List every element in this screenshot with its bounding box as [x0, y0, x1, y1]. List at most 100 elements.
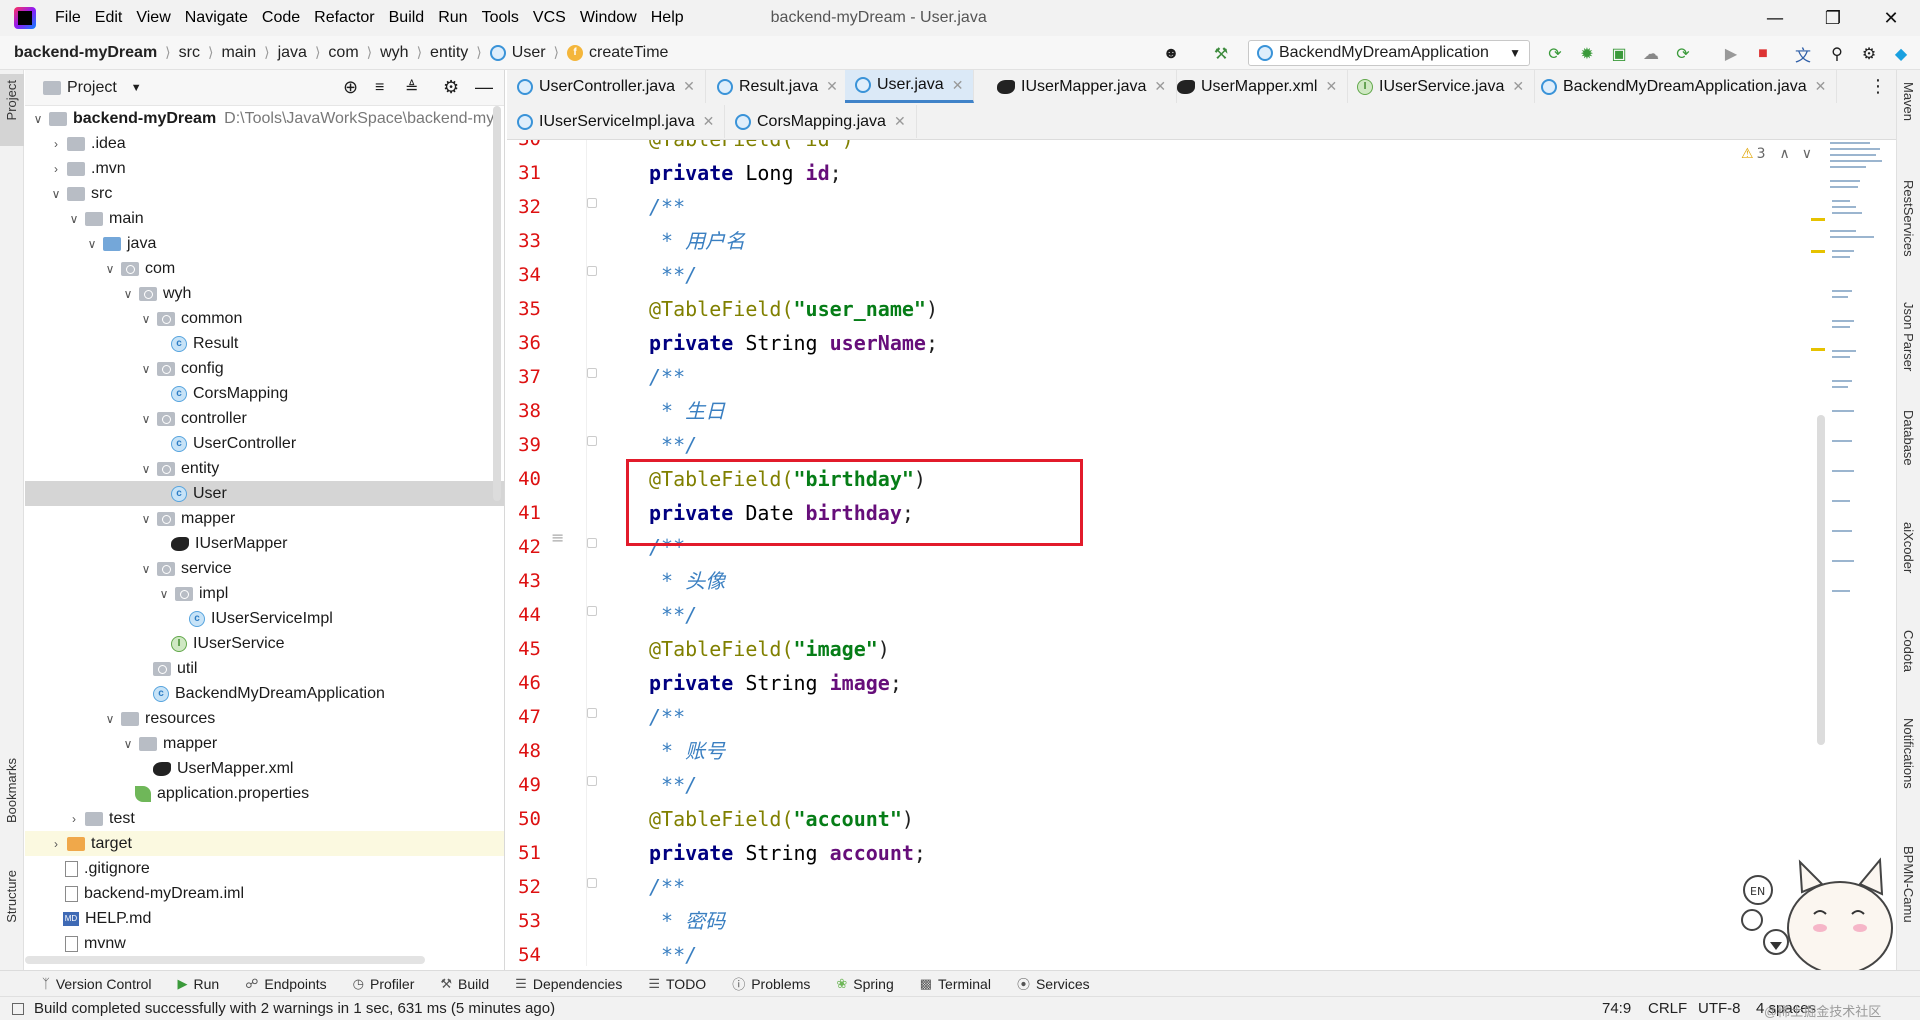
- tree-item-util[interactable]: util: [25, 656, 504, 681]
- menu-help[interactable]: Help: [644, 9, 691, 27]
- profiler-icon[interactable]: ☁: [1640, 43, 1662, 65]
- tool-version-control[interactable]: ᛉ Version Control: [42, 976, 152, 992]
- code-line[interactable]: @TableField("id"): [649, 140, 854, 156]
- code-line[interactable]: private String userName;: [649, 326, 938, 360]
- tab-backendmydreamapplication[interactable]: BackendMyDreamApplication.java ✕: [1531, 70, 1838, 103]
- close-icon[interactable]: ✕: [683, 78, 695, 95]
- tool-build[interactable]: ⚒ Build: [440, 976, 489, 992]
- tree-item-application-properties[interactable]: application.properties: [25, 781, 504, 806]
- close-icon[interactable]: ✕: [1815, 78, 1827, 95]
- tool-todo[interactable]: ☰ TODO: [648, 976, 706, 992]
- breadcrumb-entity[interactable]: entity: [430, 44, 468, 62]
- warning-stripe-mark[interactable]: [1811, 348, 1825, 351]
- tool-services[interactable]: ⦿ Services: [1017, 974, 1090, 993]
- close-icon[interactable]: ✕: [952, 77, 964, 94]
- chevron-down-icon[interactable]: ∨: [103, 262, 117, 276]
- tree-item-target[interactable]: › target: [25, 831, 504, 856]
- code-line[interactable]: /**: [649, 360, 685, 394]
- user-account-icon[interactable]: ☻: [1160, 43, 1182, 65]
- run-configuration-select[interactable]: BackendMyDreamApplication ▼: [1248, 40, 1530, 66]
- minimize-icon[interactable]: —: [1746, 0, 1804, 36]
- fold-marker-icon[interactable]: [587, 198, 597, 208]
- file-encoding[interactable]: UTF-8: [1698, 1000, 1741, 1017]
- tree-item-corsmapping[interactable]: c CorsMapping: [25, 381, 504, 406]
- chevron-down-icon[interactable]: ∨: [31, 112, 45, 126]
- line-separator[interactable]: CRLF: [1648, 1000, 1687, 1017]
- code-line[interactable]: **/: [649, 768, 697, 802]
- hide-panel-icon[interactable]: —: [475, 77, 493, 98]
- tool-endpoints[interactable]: ☍ Endpoints: [245, 976, 326, 992]
- search-icon[interactable]: ⚲: [1826, 43, 1848, 65]
- more-vertical-icon[interactable]: ⋮: [1869, 76, 1887, 97]
- tab-usermapper-xml[interactable]: UserMapper.xml ✕: [1163, 70, 1349, 103]
- stop-icon[interactable]: ■: [1752, 43, 1774, 65]
- code-line[interactable]: private String account;: [649, 836, 926, 870]
- tool-problems[interactable]: ⓘ Problems: [732, 974, 810, 993]
- code-line[interactable]: private Long id;: [649, 156, 842, 190]
- fold-marker-icon[interactable]: [587, 368, 597, 378]
- tree-item-test[interactable]: › test: [25, 806, 504, 831]
- tree-item-java[interactable]: ∨ java: [25, 231, 504, 256]
- fold-marker-icon[interactable]: [587, 266, 597, 276]
- breadcrumb-project[interactable]: backend-myDream: [14, 44, 157, 62]
- breadcrumb-wyh[interactable]: wyh: [380, 44, 408, 62]
- close-icon[interactable]: ✕: [894, 113, 906, 130]
- menu-refactor[interactable]: Refactor: [307, 9, 381, 27]
- restore-icon[interactable]: ❐: [1804, 0, 1862, 36]
- tree-item-iml[interactable]: backend-myDream.iml: [25, 881, 504, 906]
- tab-user[interactable]: User.java ✕: [845, 70, 975, 103]
- code-line[interactable]: * 账号: [649, 734, 725, 768]
- doc-render-icon[interactable]: ≡: [551, 528, 564, 547]
- code-line[interactable]: @TableField("user_name"): [649, 292, 938, 326]
- horizontal-scrollbar[interactable]: [25, 956, 425, 964]
- codota-tool-label[interactable]: Codota: [1901, 630, 1916, 672]
- maven-tool-label[interactable]: Maven: [1901, 82, 1916, 121]
- code-editor[interactable]: 30 31 32 33 34 35 36 37 38 39 40 41 42 4…: [507, 140, 1897, 966]
- fold-marker-icon[interactable]: [587, 606, 597, 616]
- tree-item-gitignore[interactable]: .gitignore: [25, 856, 504, 881]
- fold-marker-icon[interactable]: [587, 436, 597, 446]
- chevron-down-icon[interactable]: ∨: [103, 712, 117, 726]
- chevron-down-icon[interactable]: ∨: [139, 462, 153, 476]
- code-line[interactable]: @TableField("account"): [649, 802, 914, 836]
- toggle-tool-windows-icon[interactable]: [12, 1002, 24, 1015]
- code-line[interactable]: * 用户名: [649, 224, 745, 258]
- tool-profiler[interactable]: ◷ Profiler: [353, 976, 415, 992]
- menu-edit[interactable]: Edit: [88, 9, 130, 27]
- code-line[interactable]: /**: [649, 700, 685, 734]
- tree-item-com[interactable]: ∨ com: [25, 256, 504, 281]
- tree-item-help-md[interactable]: MD HELP.md: [25, 906, 504, 931]
- tree-item-src[interactable]: ∨ src: [25, 181, 504, 206]
- tab-corsmapping[interactable]: CorsMapping.java ✕: [725, 105, 917, 138]
- structure-tool-label[interactable]: Structure: [4, 870, 19, 923]
- menu-view[interactable]: View: [129, 9, 177, 27]
- warning-stripe-mark[interactable]: [1811, 250, 1825, 253]
- breadcrumb-java[interactable]: java: [278, 44, 307, 62]
- breadcrumb-com[interactable]: com: [328, 44, 358, 62]
- chevron-right-icon[interactable]: ›: [67, 812, 81, 826]
- tree-item-resources-mapper[interactable]: ∨ mapper: [25, 731, 504, 756]
- project-tool-label[interactable]: Project: [4, 80, 19, 120]
- tree-item-common[interactable]: ∨ common: [25, 306, 504, 331]
- close-icon[interactable]: ✕: [826, 78, 838, 95]
- run-icon[interactable]: ▶: [1720, 43, 1742, 65]
- notifications-tool-label[interactable]: Notifications: [1901, 718, 1916, 789]
- tree-item-config[interactable]: ∨ config: [25, 356, 504, 381]
- tree-item-idea[interactable]: › .idea: [25, 131, 504, 156]
- chevron-down-icon[interactable]: ∨: [85, 237, 99, 251]
- code-line[interactable]: private String image;: [649, 666, 902, 700]
- chevron-down-icon[interactable]: ∨: [139, 412, 153, 426]
- chevron-down-icon[interactable]: ∨: [139, 312, 153, 326]
- expand-all-icon[interactable]: ≡: [375, 79, 384, 97]
- code-line[interactable]: @TableField("image"): [649, 632, 890, 666]
- code-line[interactable]: /**: [649, 190, 685, 224]
- chevron-down-icon[interactable]: ∨: [139, 562, 153, 576]
- tree-item-root[interactable]: ∨ backend-myDream D:\Tools\JavaWorkSpace…: [25, 106, 504, 131]
- locate-target-icon[interactable]: ⊕: [343, 77, 358, 98]
- breadcrumb-createtime[interactable]: createTime: [589, 44, 668, 62]
- breadcrumb-main[interactable]: main: [221, 44, 256, 62]
- tree-item-controller[interactable]: ∨ controller: [25, 406, 504, 431]
- vertical-scrollbar[interactable]: [493, 106, 501, 501]
- chevron-down-icon[interactable]: ∨: [121, 287, 135, 301]
- tab-iuserserviceimpl[interactable]: IUserServiceImpl.java ✕: [507, 105, 726, 138]
